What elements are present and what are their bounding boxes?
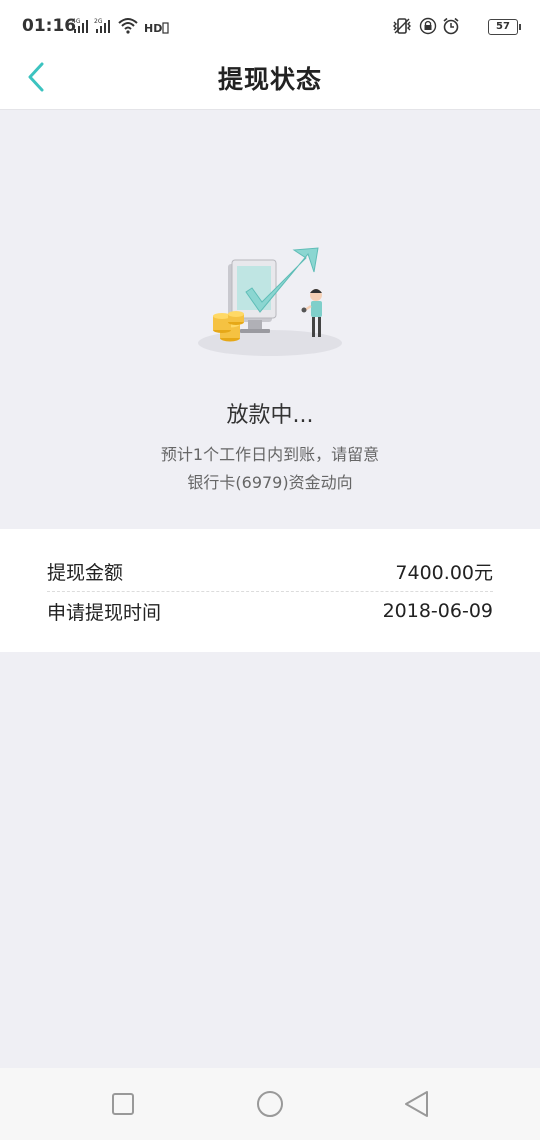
signal-4g-icon: 4G	[72, 18, 88, 33]
detail-row-time: 申请提现时间 2018-06-09	[47, 591, 493, 631]
amount-label: 提现金额	[47, 561, 124, 584]
system-nav-bar	[0, 1068, 540, 1140]
status-right-icons	[393, 17, 459, 35]
system-back-button[interactable]	[401, 1088, 433, 1120]
alarm-icon	[443, 17, 459, 35]
status-section: 放款中... 预计1个工作日内到账，请留意 银行卡(6979)资金动向	[0, 110, 540, 528]
vibrate-icon	[393, 18, 411, 34]
apply-time-label: 申请提现时间	[47, 601, 162, 624]
svg-text:4G: 4G	[72, 18, 81, 25]
recent-apps-button[interactable]	[107, 1088, 139, 1120]
detail-row-amount: 提现金额 7400.00元	[47, 551, 493, 592]
status-description-line2: 银行卡(6979)资金动向	[187, 473, 353, 492]
header: 提现状态	[0, 54, 540, 110]
status-left-icons: 4G 2G HD	[72, 18, 169, 35]
signal-2g-icon: 2G	[94, 18, 110, 33]
status-bar: 01:16 4G 2G HD 57	[0, 0, 540, 54]
battery-icon: 57	[488, 19, 521, 35]
withdrawal-details: 提现金额 7400.00元 申请提现时间 2018-06-09	[0, 529, 540, 652]
withdrawal-illustration	[198, 247, 342, 356]
home-button[interactable]	[254, 1088, 286, 1120]
status-description: 预计1个工作日内到账，请留意 银行卡(6979)资金动向	[0, 441, 540, 497]
apply-time-value: 2018-06-09	[382, 600, 493, 622]
wifi-icon	[118, 18, 138, 34]
person-icon	[301, 289, 322, 337]
lock-icon	[419, 17, 437, 35]
back-triangle-icon	[405, 1091, 428, 1117]
svg-text:2G: 2G	[94, 18, 103, 25]
status-description-line1: 预计1个工作日内到账，请留意	[160, 445, 380, 464]
status-time: 01:16	[22, 16, 77, 36]
amount-value: 7400.00元	[395, 561, 493, 584]
status-heading: 放款中...	[226, 403, 314, 428]
hd-icon: HD	[144, 22, 169, 35]
recent-apps-icon	[112, 1093, 134, 1115]
page-title: 提现状态	[217, 65, 322, 94]
home-icon	[257, 1091, 283, 1117]
svg-text:HD: HD	[144, 22, 162, 35]
